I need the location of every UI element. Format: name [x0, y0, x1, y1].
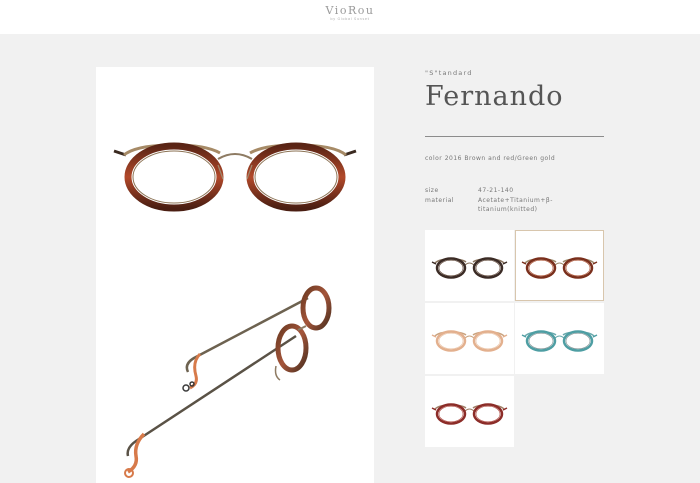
spec-row-material: material Acetate+Titanium+β-titanium(kni… — [425, 196, 605, 215]
variant-thumb[interactable] — [515, 230, 604, 301]
spec-key-material: material — [425, 196, 455, 204]
spec-value-size: 47-21-140 — [478, 187, 514, 194]
main-image-panel — [96, 67, 374, 483]
color-value: 2016 Brown and red/Green gold — [444, 155, 556, 162]
series-label: "S"tandard — [425, 69, 473, 77]
divider — [425, 136, 604, 137]
spec-list: size 47-21-140 material Acetate+Titanium… — [425, 186, 605, 215]
glasses-dark-brown-icon — [431, 257, 508, 279]
variant-thumb[interactable] — [515, 303, 604, 374]
glasses-brown-red-icon — [521, 257, 598, 279]
angle-view-glasses-icon[interactable] — [96, 276, 374, 483]
spec-value-material: Acetate+Titanium+β-titanium(knitted) — [478, 196, 553, 214]
brand-name: VioRou — [325, 4, 375, 17]
color-label: color — [425, 155, 443, 162]
glasses-red-icon — [431, 403, 508, 425]
model-name: Fernando — [425, 81, 564, 112]
spec-row-size: size 47-21-140 — [425, 186, 605, 196]
variant-thumb[interactable] — [425, 303, 514, 374]
front-view-glasses-icon[interactable] — [96, 67, 374, 273]
spec-key-size: size — [425, 187, 439, 194]
color-variant-grid — [425, 230, 604, 447]
variant-thumb[interactable] — [425, 230, 514, 301]
brand-tagline: by Global Sunset — [330, 17, 370, 21]
brand-logo[interactable]: VioRou by Global Sunset — [0, 4, 700, 22]
glasses-teal-icon — [521, 330, 598, 352]
top-bar: VioRou by Global Sunset — [0, 0, 700, 34]
product-info: "S"tandard Fernando color 2016 Brown and… — [425, 69, 605, 215]
color-line: color 2016 Brown and red/Green gold — [425, 154, 605, 163]
variant-thumb[interactable] — [425, 376, 514, 447]
glasses-peach-icon — [431, 330, 508, 352]
